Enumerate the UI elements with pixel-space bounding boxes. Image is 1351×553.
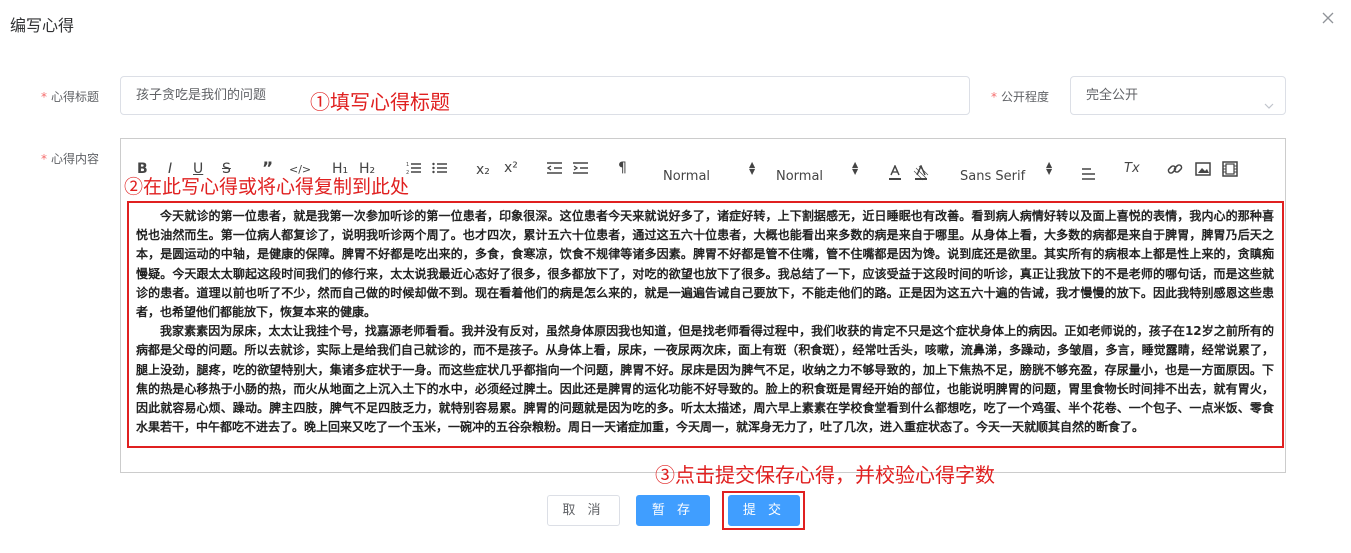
title-label-text: 心得标题 [51, 90, 100, 104]
size-picker-value: Normal [663, 169, 711, 184]
title-input[interactable]: 孩子贪吃是我们的问题 [120, 76, 970, 115]
content-paragraph: 我家素素因为尿床，太太让我挂个号，找嘉源老师看看。我并没有反对，虽然身体原因我也… [136, 324, 1274, 435]
picker-arrows-icon: ▲ ▼ [749, 160, 756, 176]
chevron-down-icon [1263, 90, 1275, 109]
link-icon[interactable] [1167, 161, 1183, 177]
dialog-title: 编写心得 [10, 16, 75, 35]
font-picker-value: Sans Serif [960, 169, 1026, 184]
svg-text:1: 1 [406, 162, 409, 168]
content-label: * 心得内容 [41, 150, 99, 167]
direction-button[interactable]: ¶ [618, 160, 627, 176]
background-color-icon[interactable] [913, 165, 929, 181]
image-icon[interactable] [1195, 161, 1211, 177]
visibility-select-value: 完全公开 [1086, 88, 1139, 103]
font-picker[interactable]: Sans Serif ▲ ▼ [960, 161, 1060, 187]
cancel-button[interactable]: 取 消 [547, 495, 620, 526]
visibility-label-text: 公开程度 [1001, 90, 1050, 104]
outdent-icon[interactable] [547, 161, 563, 175]
bullet-list-icon[interactable] [432, 161, 448, 175]
annotation-step1: ①填写心得标题 [310, 90, 450, 114]
content-paragraph: 今天就诊的第一位患者，就是我第一次参加听诊的第一位患者，印象很深。这位患者今天来… [136, 209, 1274, 320]
annotation-step3: ③点击提交保存心得，并校验心得字数 [655, 463, 995, 487]
video-icon[interactable] [1222, 161, 1238, 177]
picker-arrows-icon: ▲ ▼ [1046, 160, 1053, 176]
save-draft-button[interactable]: 暂 存 [636, 495, 710, 526]
visibility-label: * 公开程度 [991, 88, 1049, 105]
indent-icon[interactable] [573, 161, 589, 175]
content-label-text: 心得内容 [51, 152, 100, 166]
subscript-button[interactable]: x₂ [476, 162, 490, 178]
submit-button[interactable]: 提 交 [728, 495, 800, 526]
header-picker[interactable]: Normal ▲ ▼ [776, 161, 876, 187]
header-picker-value: Normal [776, 169, 824, 184]
text-color-icon[interactable] [887, 165, 903, 181]
picker-arrows-icon: ▲ ▼ [852, 160, 859, 176]
superscript-button[interactable]: x² [504, 160, 518, 176]
annotation-step2: ②在此写心得或将心得复制到此处 [124, 176, 410, 198]
required-mark: * [41, 90, 47, 104]
editor-content[interactable]: 今天就诊的第一位患者，就是我第一次参加听诊的第一位患者，印象很深。这位患者今天来… [127, 201, 1284, 448]
required-mark: * [41, 152, 47, 166]
align-icon[interactable] [1081, 167, 1097, 181]
title-label: * 心得标题 [41, 88, 99, 105]
visibility-select[interactable]: 完全公开 [1070, 76, 1286, 115]
size-picker[interactable]: Normal ▲ ▼ [663, 161, 763, 187]
clean-format-button[interactable]: Tx [1124, 161, 1140, 177]
close-icon[interactable] [1320, 10, 1336, 26]
required-mark: * [991, 90, 997, 104]
